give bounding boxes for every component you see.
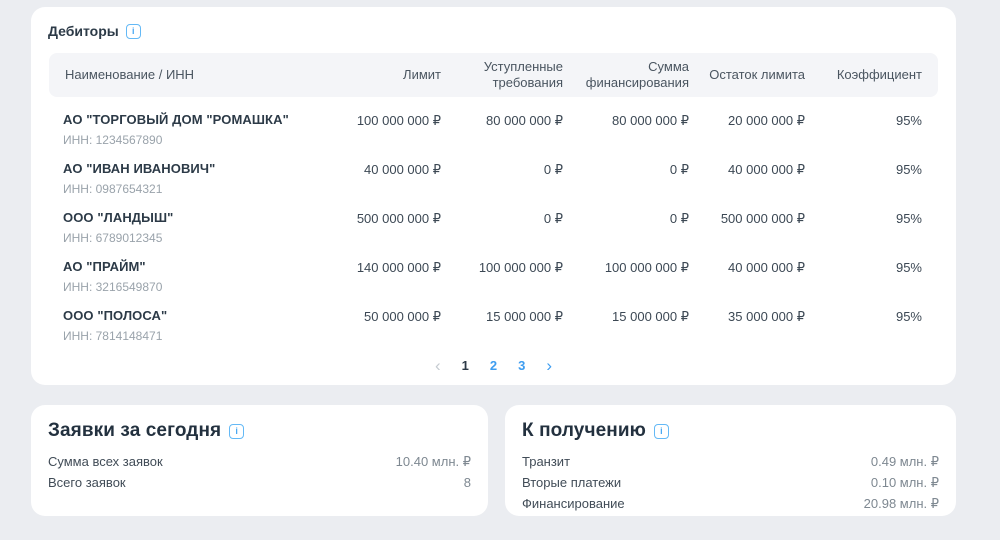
stat-value: 0.10 млн. ₽ <box>870 475 939 490</box>
stat-value: 0.49 млн. ₽ <box>870 454 939 469</box>
stat-value: 20.98 млн. ₽ <box>863 496 939 511</box>
limit-value: 140 000 000 ₽ <box>356 260 441 275</box>
pagination-page-3[interactable]: 3 <box>518 358 525 373</box>
stat-label: Финансирование <box>522 496 625 511</box>
stat-row-total-sum: Сумма всех заявок 10.40 млн. ₽ <box>48 452 471 472</box>
today-requests-card: Заявки за сегодня i Сумма всех заявок 10… <box>31 405 488 516</box>
debtor-name-cell: АО "ИВАН ИВАНОВИЧ" ИНН: 0987654321 <box>63 161 329 196</box>
info-icon[interactable]: i <box>653 423 669 439</box>
chevron-right-icon[interactable]: › <box>546 357 552 374</box>
debtor-inn: ИНН: 6789012345 <box>63 231 163 245</box>
column-header-name: Наименование / ИНН <box>65 67 195 82</box>
financing-value: 0 ₽ <box>669 162 689 177</box>
debtor-name: АО "ПРАЙМ" <box>63 259 146 274</box>
limit-value: 50 000 000 ₽ <box>364 309 441 324</box>
debtor-name-cell: АО "ТОРГОВЫЙ ДОМ "РОМАШКА" ИНН: 12345678… <box>63 112 329 147</box>
debtor-name: ООО "ЛАНДЫШ" <box>63 210 174 225</box>
debtor-name-cell: ООО "ПОЛОСА" ИНН: 7814148471 <box>63 308 329 343</box>
debtors-card: Дебиторы i Наименование / ИНН Лимит Усту… <box>31 7 956 385</box>
debtor-name-cell: ООО "ЛАНДЫШ" ИНН: 6789012345 <box>63 210 329 245</box>
stat-row-second-payments: Вторые платежи 0.10 млн. ₽ <box>522 473 939 493</box>
today-requests-stats: Сумма всех заявок 10.40 млн. ₽ Всего зая… <box>48 452 471 493</box>
stat-label: Сумма всех заявок <box>48 454 163 469</box>
debtor-inn: ИНН: 1234567890 <box>63 133 163 147</box>
info-icon[interactable]: i <box>125 23 141 39</box>
today-requests-header: Заявки за сегодня i <box>48 420 471 442</box>
debtor-name: АО "ТОРГОВЫЙ ДОМ "РОМАШКА" <box>63 112 289 127</box>
debtors-card-header: Дебиторы i <box>47 23 940 39</box>
table-row[interactable]: ООО "ПОЛОСА" ИНН: 7814148471 50 000 000 … <box>47 295 940 344</box>
stat-row-financing: Финансирование 20.98 млн. ₽ <box>522 494 939 514</box>
debtor-inn: ИНН: 3216549870 <box>63 280 163 294</box>
to-receive-card: К получению i Транзит 0.49 млн. ₽ Вторые… <box>505 405 956 516</box>
debtor-name: АО "ИВАН ИВАНОВИЧ" <box>63 161 216 176</box>
remaining-value: 40 000 000 ₽ <box>728 162 805 177</box>
coefficient-value: 95% <box>895 113 922 128</box>
financing-value: 80 000 000 ₽ <box>612 113 689 128</box>
chevron-left-icon[interactable]: ‹ <box>435 357 441 374</box>
stat-label: Вторые платежи <box>522 475 622 490</box>
column-header-limit: Лимит <box>403 67 441 82</box>
remaining-value: 40 000 000 ₽ <box>728 260 805 275</box>
column-header-remaining: Остаток лимита <box>709 67 805 82</box>
debtor-inn: ИНН: 7814148471 <box>63 329 163 343</box>
coefficient-value: 95% <box>895 211 922 226</box>
limit-value: 100 000 000 ₽ <box>356 113 441 128</box>
remaining-value: 500 000 000 ₽ <box>720 211 805 226</box>
to-receive-header: К получению i <box>522 420 939 442</box>
coefficient-value: 95% <box>895 309 922 324</box>
pagination-page-2[interactable]: 2 <box>490 358 497 373</box>
remaining-value: 20 000 000 ₽ <box>728 113 805 128</box>
stat-label: Транзит <box>522 454 571 469</box>
debtor-name: ООО "ПОЛОСА" <box>63 308 168 323</box>
financing-value: 15 000 000 ₽ <box>612 309 689 324</box>
debtors-title: Дебиторы <box>48 23 119 39</box>
limit-value: 40 000 000 ₽ <box>364 162 441 177</box>
info-icon[interactable]: i <box>229 423 245 439</box>
table-row[interactable]: АО "ИВАН ИВАНОВИЧ" ИНН: 0987654321 40 00… <box>47 148 940 197</box>
ceded-value: 0 ₽ <box>543 162 563 177</box>
stat-row-total-count: Всего заявок 8 <box>48 473 471 493</box>
coefficient-value: 95% <box>895 162 922 177</box>
remaining-value: 35 000 000 ₽ <box>728 309 805 324</box>
ceded-value: 15 000 000 ₽ <box>486 309 563 324</box>
today-requests-title: Заявки за сегодня <box>48 420 222 441</box>
table-row[interactable]: ООО "ЛАНДЫШ" ИНН: 6789012345 500 000 000… <box>47 197 940 246</box>
coefficient-value: 95% <box>895 260 922 275</box>
stat-row-transit: Транзит 0.49 млн. ₽ <box>522 452 939 472</box>
to-receive-stats: Транзит 0.49 млн. ₽ Вторые платежи 0.10 … <box>522 452 939 514</box>
column-header-coefficient: Коэффициент <box>836 67 922 82</box>
debtor-name-cell: АО "ПРАЙМ" ИНН: 3216549870 <box>63 259 329 294</box>
pagination: ‹ 1 2 3 › <box>47 357 940 374</box>
pagination-page-1[interactable]: 1 <box>462 358 469 373</box>
column-header-ceded: Уступленные требования <box>483 59 563 90</box>
ceded-value: 100 000 000 ₽ <box>478 260 563 275</box>
table-row[interactable]: АО "ТОРГОВЫЙ ДОМ "РОМАШКА" ИНН: 12345678… <box>47 99 940 148</box>
ceded-value: 0 ₽ <box>543 211 563 226</box>
debtor-inn: ИНН: 0987654321 <box>63 182 163 196</box>
stat-value: 8 <box>463 475 471 490</box>
table-header: Наименование / ИНН Лимит Уступленные тре… <box>49 53 938 97</box>
table-row[interactable]: АО "ПРАЙМ" ИНН: 3216549870 140 000 000 ₽… <box>47 246 940 295</box>
stat-value: 10.40 млн. ₽ <box>395 454 471 469</box>
limit-value: 500 000 000 ₽ <box>356 211 441 226</box>
ceded-value: 80 000 000 ₽ <box>486 113 563 128</box>
financing-value: 100 000 000 ₽ <box>604 260 689 275</box>
financing-value: 0 ₽ <box>669 211 689 226</box>
stat-label: Всего заявок <box>48 475 126 490</box>
to-receive-title: К получению <box>522 420 646 441</box>
column-header-financing: Сумма финансирования <box>585 59 689 90</box>
